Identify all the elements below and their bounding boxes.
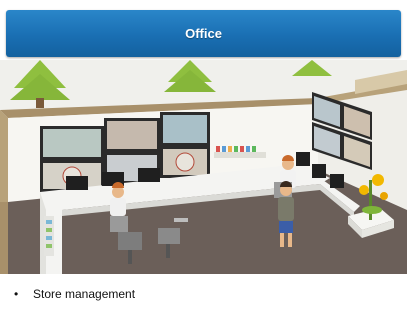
bullet-icon: • <box>14 287 19 301</box>
caption-text: Store management <box>33 287 136 301</box>
office-scene <box>0 60 407 274</box>
office-illustration <box>0 60 407 274</box>
left-storage <box>44 216 54 256</box>
header-bar: Office <box>6 10 401 57</box>
caption: • Store management <box>14 284 394 304</box>
page-title: Office <box>185 26 222 41</box>
